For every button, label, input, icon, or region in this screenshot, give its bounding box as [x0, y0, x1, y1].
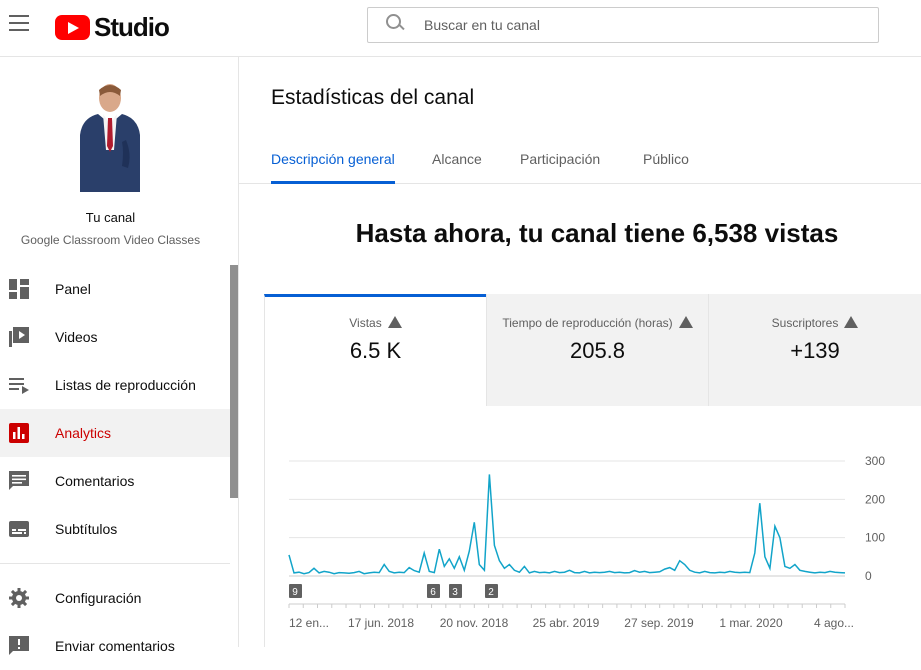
sidebar-item-analytics[interactable]: Analytics — [0, 409, 230, 457]
x-tick-label: 17 jun. 2018 — [348, 616, 414, 630]
sidebar-item-label: Subtítulos — [55, 521, 118, 537]
analytics-icon — [9, 423, 29, 443]
tab-audience[interactable]: Público — [643, 151, 689, 181]
annotation-marker-label: 9 — [292, 587, 298, 598]
series-line — [288, 474, 846, 575]
sidebar-item-label: Enviar comentarios — [55, 638, 175, 654]
metric-label: Suscriptores — [771, 316, 839, 330]
metric-value: +139 — [790, 338, 840, 363]
sidebar-item-label: Videos — [55, 329, 98, 345]
sidebar-item-videos[interactable]: Videos — [0, 313, 230, 361]
warning-icon[interactable] — [678, 316, 693, 328]
analytics-tabs: Descripción general Alcance Participació… — [239, 139, 921, 184]
metric-cards: Vistas 6.5 K Tiempo de reproducción (hor… — [264, 294, 921, 406]
sidebar-item-label: Listas de reproducción — [55, 377, 196, 393]
views-line-chart[interactable]: 300 200 100 0 9 6 3 2 12 en... 17 jun. 2018 20 nov… — [265, 406, 921, 647]
feedback-icon — [9, 636, 29, 655]
x-tick-label: 4 ago... — [814, 616, 854, 630]
playlist-icon — [9, 378, 29, 394]
tab-engagement[interactable]: Participación — [520, 151, 600, 181]
y-tick-label: 100 — [865, 531, 885, 545]
top-bar: Studio — [0, 0, 921, 57]
search-input[interactable] — [424, 17, 844, 33]
x-tick-label: 20 nov. 2018 — [440, 616, 509, 630]
hamburger-menu-icon[interactable] — [9, 15, 29, 31]
youtube-logo-icon — [55, 15, 90, 40]
metric-value: 205.8 — [569, 338, 626, 363]
tab-overview[interactable]: Descripción general — [271, 151, 395, 184]
sidebar-scrollbar[interactable] — [230, 265, 238, 498]
main-content: Estadísticas del canal Descripción gener… — [239, 57, 921, 647]
sidebar-item-comments[interactable]: Comentarios — [0, 457, 230, 505]
sidebar-item-label: Analytics — [55, 425, 112, 441]
y-tick-label: 200 — [865, 492, 885, 506]
annotation-marker-label: 6 — [430, 587, 436, 598]
search-icon[interactable] — [382, 11, 410, 39]
channel-avatar[interactable] — [74, 80, 146, 192]
warning-icon[interactable] — [844, 316, 859, 328]
page-title: Estadísticas del canal — [271, 86, 475, 109]
gear-icon — [9, 588, 29, 608]
annotation-marker-label: 2 — [488, 587, 494, 598]
metric-label: Tiempo de reproducción (horas) — [502, 316, 673, 330]
sidebar-item-feedback[interactable]: Enviar comentarios — [0, 622, 230, 670]
annotation-marker-label: 3 — [452, 587, 458, 598]
studio-logo[interactable]: Studio — [55, 12, 170, 43]
views-headline: Hasta ahora, tu canal tiene 6,538 vistas — [355, 218, 839, 248]
sidebar-item-label: Configuración — [55, 590, 142, 606]
sidebar-item-label: Panel — [55, 281, 91, 297]
y-tick-label: 0 — [865, 569, 872, 583]
sidebar-item-label: Comentarios — [55, 473, 135, 489]
metric-value: 6.5 K — [349, 338, 402, 363]
channel-name[interactable]: Tu canal — [0, 210, 221, 225]
subtitles-icon — [9, 521, 29, 537]
sidebar: Tu canal Google Classroom Video Classes … — [0, 57, 239, 655]
channel-subtitle: Google Classroom Video Classes — [20, 233, 201, 247]
search-box[interactable] — [367, 7, 879, 43]
y-tick-label: 300 — [865, 454, 885, 468]
warning-icon[interactable] — [387, 316, 402, 328]
sidebar-item-panel[interactable]: Panel — [0, 265, 230, 313]
metric-card-subscribers[interactable]: Suscriptores +139 — [708, 294, 921, 406]
dashboard-icon — [9, 279, 29, 299]
sidebar-item-playlists[interactable]: Listas de reproducción — [0, 361, 230, 409]
views-chart-panel: 300 200 100 0 9 6 3 2 12 en... 17 jun. 2018 20 nov… — [264, 406, 921, 647]
x-tick-label: 1 mar. 2020 — [719, 616, 783, 630]
x-tick-label: 25 abr. 2019 — [533, 616, 600, 630]
x-tick-label: 12 en... — [289, 616, 329, 630]
metric-card-views[interactable]: Vistas 6.5 K — [264, 294, 486, 406]
sidebar-nav: Panel Videos Listas de reproducción Anal… — [0, 265, 230, 670]
sidebar-item-subtitles[interactable]: Subtítulos — [0, 505, 230, 553]
comments-icon — [9, 471, 29, 490]
sidebar-item-settings[interactable]: Configuración — [0, 574, 230, 622]
metric-label: Vistas — [349, 316, 382, 330]
logo-text: Studio — [94, 12, 170, 42]
sidebar-divider — [0, 563, 230, 564]
video-library-icon — [9, 327, 29, 347]
tab-reach[interactable]: Alcance — [432, 151, 482, 181]
x-tick-label: 27 sep. 2019 — [624, 616, 694, 630]
metric-card-watch-time[interactable]: Tiempo de reproducción (horas) 205.8 — [486, 294, 708, 406]
